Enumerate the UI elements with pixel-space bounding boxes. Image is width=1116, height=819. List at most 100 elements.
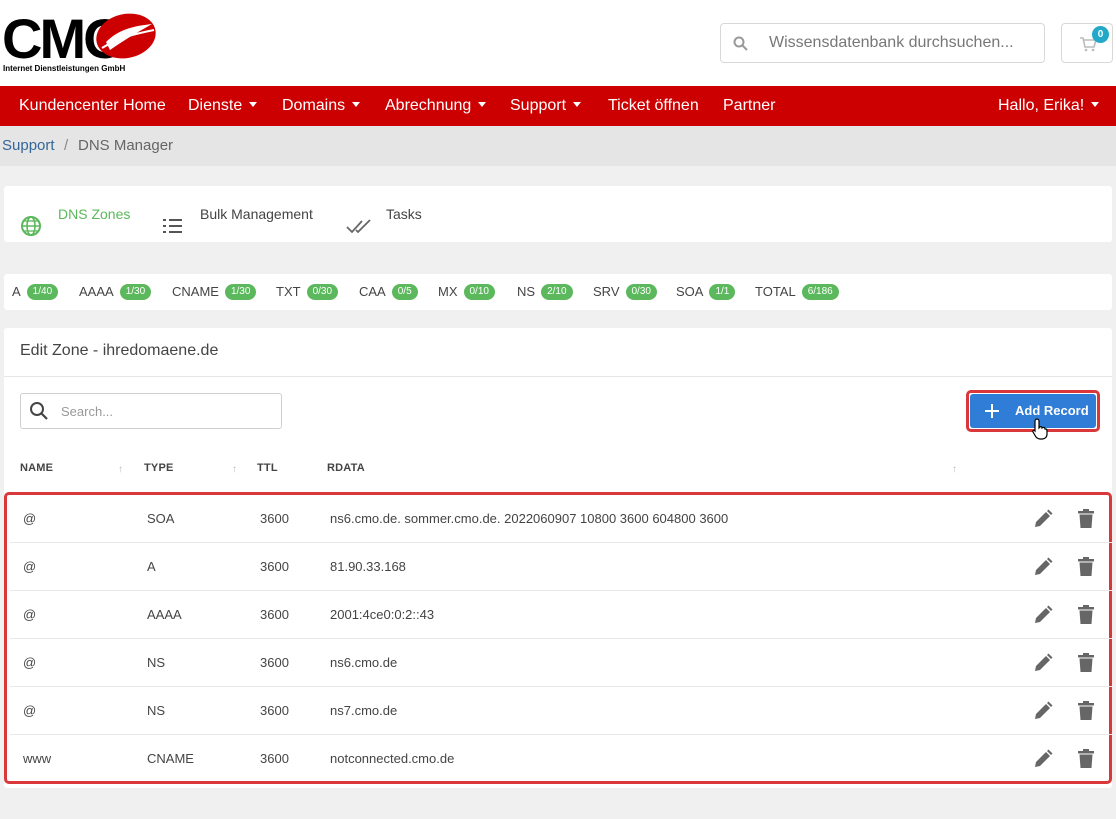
record-name: @	[23, 559, 37, 574]
record-rdata: ns6.cmo.de	[330, 655, 398, 670]
delete-icon[interactable]	[1078, 605, 1094, 628]
count-type: NS	[517, 284, 536, 299]
hand-cursor-icon	[1032, 418, 1048, 445]
record-type: AAAA	[147, 607, 182, 622]
delete-icon[interactable]	[1078, 557, 1094, 580]
count-total: TOTAL 6/186	[755, 274, 839, 310]
logo-subtext: Internet Dienstleistungen GmbH	[3, 64, 125, 73]
record-name: @	[23, 655, 37, 670]
count-srv: SRV 0/30	[593, 274, 657, 310]
record-name: @	[23, 607, 37, 622]
tab-dns-zones[interactable]: DNS Zones	[20, 186, 140, 242]
nav-item-abrechnung[interactable]: Abrechnung	[385, 86, 487, 126]
knowledgebase-search-input[interactable]	[767, 24, 1037, 62]
delete-icon[interactable]	[1078, 749, 1094, 772]
tab-bulk-management[interactable]: Bulk Management	[162, 186, 322, 242]
table-row: @ AAAA 3600 2001:4ce0:0:2::43	[10, 591, 1112, 639]
table-row: @ SOA 3600 ns6.cmo.de. sommer.cmo.de. 20…	[10, 495, 1112, 543]
nav-item-partner[interactable]: Partner	[723, 86, 775, 126]
record-ttl: 3600	[260, 559, 289, 574]
column-header-ttl[interactable]: TTL	[257, 462, 278, 474]
record-type-counts: A 1/40 AAAA 1/30 CNAME 1/30 TXT 0/30 CAA 0/5 …	[4, 274, 1112, 310]
count-mx: MX 0/10	[438, 274, 495, 310]
nav-user-menu[interactable]: Hallo, Erika!	[998, 86, 1100, 126]
nav-label: Abrechnung	[385, 97, 472, 114]
globe-icon	[20, 204, 42, 260]
count-badge: 1/30	[224, 283, 257, 300]
user-greeting: Hallo, Erika!	[998, 97, 1085, 114]
breadcrumb-support-link[interactable]: Support	[2, 126, 55, 166]
record-ttl: 3600	[260, 655, 289, 670]
delete-icon[interactable]	[1078, 509, 1094, 532]
count-type: SOA	[676, 284, 704, 299]
tab-label: DNS Zones	[58, 206, 131, 222]
record-search-input[interactable]	[59, 394, 274, 428]
record-rdata: 2001:4ce0:0:2::43	[330, 607, 435, 622]
divider	[4, 376, 1112, 377]
chevron-down-icon	[478, 102, 487, 108]
edit-icon[interactable]	[1033, 605, 1053, 628]
count-type: TOTAL	[755, 284, 796, 299]
sort-arrow-icon[interactable]: ↑	[118, 464, 123, 475]
nav-item-ticket-oeffnen[interactable]: Ticket öffnen	[608, 86, 699, 126]
edit-icon[interactable]	[1033, 509, 1053, 532]
tab-label: Bulk Management	[200, 206, 313, 222]
count-badge: 0/30	[625, 283, 657, 300]
sort-arrow-icon[interactable]: ↑	[232, 464, 237, 475]
table-row: www CNAME 3600 notconnected.cmo.de	[10, 735, 1112, 783]
record-type: NS	[147, 655, 166, 670]
nav-item-dienste[interactable]: Dienste	[188, 86, 258, 126]
table-row: @ NS 3600 ns6.cmo.de	[10, 639, 1112, 687]
breadcrumb-separator: /	[64, 137, 69, 154]
count-badge: 2/10	[541, 283, 573, 300]
breadcrumb: Support / DNS Manager	[0, 126, 1116, 166]
main-nav: Kundencenter Home Dienste Domains Abrech…	[0, 86, 1116, 126]
nav-item-kundencenter-home[interactable]: Kundencenter Home	[19, 86, 166, 126]
count-type: A	[12, 284, 21, 299]
column-header-type[interactable]: TYPE	[144, 462, 174, 474]
chevron-down-icon	[573, 102, 582, 108]
nav-label: Support	[510, 97, 567, 114]
nav-item-domains[interactable]: Domains	[282, 86, 361, 126]
record-rdata: notconnected.cmo.de	[330, 751, 455, 766]
chevron-down-icon	[1091, 102, 1100, 108]
tab-label: Tasks	[386, 206, 422, 222]
count-a: A 1/40	[12, 274, 59, 310]
count-txt: TXT 0/30	[276, 274, 339, 310]
nav-label: Ticket öffnen	[608, 97, 699, 114]
record-rdata: ns7.cmo.de	[330, 703, 398, 718]
record-ttl: 3600	[260, 703, 289, 718]
record-type: SOA	[147, 511, 175, 526]
cmo-logo[interactable]: CMO Internet Dienstleistungen GmbH	[2, 7, 158, 74]
record-search[interactable]	[20, 393, 282, 429]
edit-icon[interactable]	[1033, 557, 1053, 580]
edit-icon[interactable]	[1033, 653, 1053, 676]
edit-icon[interactable]	[1033, 749, 1053, 772]
tab-tasks[interactable]: Tasks	[346, 186, 436, 242]
count-caa: CAA 0/5	[359, 274, 418, 310]
knowledgebase-search[interactable]	[720, 23, 1045, 63]
chevron-down-icon	[249, 102, 258, 108]
delete-icon[interactable]	[1078, 653, 1094, 676]
record-type: A	[147, 559, 156, 574]
record-rdata: 81.90.33.168	[330, 559, 406, 574]
nav-item-support[interactable]: Support	[510, 86, 582, 126]
count-type: TXT	[276, 284, 301, 299]
count-badge: 1/1	[709, 283, 736, 300]
sort-arrow-icon[interactable]: ↑	[952, 464, 957, 475]
delete-icon[interactable]	[1078, 701, 1094, 724]
nav-label: Dienste	[188, 97, 243, 114]
count-type: MX	[438, 284, 458, 299]
count-cname: CNAME 1/30	[172, 274, 257, 310]
column-header-name[interactable]: NAME	[20, 462, 53, 474]
count-type: CAA	[359, 284, 386, 299]
nav-label: Kundencenter Home	[19, 97, 166, 114]
count-badge: 0/30	[306, 283, 339, 300]
search-icon	[29, 401, 49, 426]
edit-icon[interactable]	[1033, 701, 1053, 724]
column-header-rdata[interactable]: RDATA	[327, 462, 365, 474]
cart-button[interactable]: 0	[1061, 23, 1113, 63]
record-ttl: 3600	[260, 511, 289, 526]
nav-label: Partner	[723, 97, 776, 114]
dns-tabs: DNS Zones Bulk Management Tasks	[4, 186, 1112, 242]
